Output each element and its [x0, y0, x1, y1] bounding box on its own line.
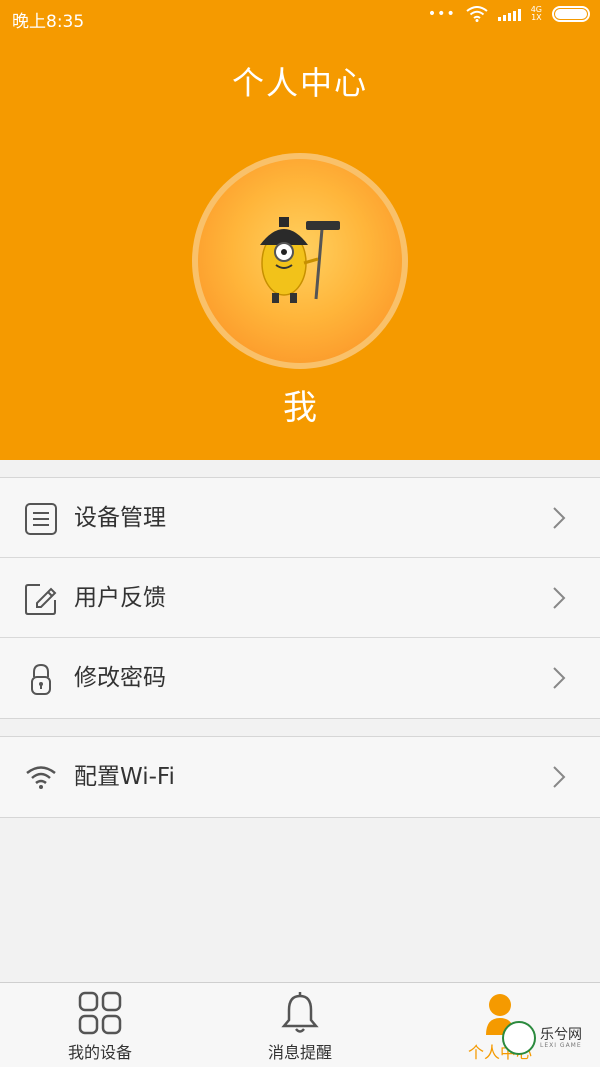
network-type-bottom: 1X: [531, 13, 542, 22]
watermark-logo: [502, 1021, 536, 1055]
menu-item-device-management[interactable]: 设备管理: [0, 478, 600, 558]
menu-item-configure-wifi[interactable]: 配置Wi-Fi: [0, 737, 600, 817]
menu-item-change-password[interactable]: 修改密码: [0, 638, 600, 718]
wifi-icon: [466, 6, 488, 22]
status-bar: 晚上8:35 ••• 4G 1X: [0, 0, 600, 34]
chevron-right-icon: [553, 587, 566, 609]
grid-icon: [78, 991, 122, 1035]
chevron-right-icon: [553, 667, 566, 689]
tab-label: 消息提醒: [267, 1043, 332, 1062]
chevron-right-icon: [553, 766, 566, 788]
signal-icon: [497, 7, 521, 21]
bell-icon: [281, 992, 319, 1033]
network-type: 4G 1X: [531, 6, 542, 22]
wifi-icon: [26, 766, 56, 789]
list-document-icon: [25, 503, 57, 535]
profile-header: 晚上8:35 ••• 4G 1X 个人中心 我: [0, 0, 600, 460]
lock-icon: [31, 663, 51, 695]
watermark-subtext: LEXI GAME: [540, 1041, 582, 1049]
menu-group-wifi: 配置Wi-Fi: [0, 736, 600, 818]
watermark: 乐兮网 LEXI GAME: [502, 1021, 582, 1055]
status-dots: •••: [427, 6, 456, 22]
chevron-right-icon: [553, 507, 566, 529]
menu-label: 用户反馈: [74, 585, 166, 611]
menu-label: 设备管理: [74, 505, 166, 531]
battery-icon: [552, 6, 590, 22]
tab-message-reminders[interactable]: 消息提醒: [200, 983, 400, 1067]
menu-label: 配置Wi-Fi: [74, 764, 175, 790]
avatar[interactable]: [192, 153, 408, 369]
avatar-character-illustration: [260, 217, 340, 303]
watermark-text: 乐兮网: [540, 1026, 582, 1043]
menu-item-user-feedback[interactable]: 用户反馈: [0, 558, 600, 638]
tab-label: 我的设备: [67, 1043, 132, 1062]
avatar-image: [198, 159, 402, 363]
user-name: 我: [283, 388, 317, 428]
menu-label: 修改密码: [74, 665, 166, 691]
menu-group-account: 设备管理 用户反馈 修改密码: [0, 477, 600, 719]
edit-pencil-icon: [25, 584, 57, 615]
page-title: 个人中心: [231, 64, 368, 102]
status-icons: ••• 4G 1X: [428, 6, 590, 22]
status-time: 晚上8:35: [12, 12, 85, 32]
tab-my-devices[interactable]: 我的设备: [0, 983, 200, 1067]
